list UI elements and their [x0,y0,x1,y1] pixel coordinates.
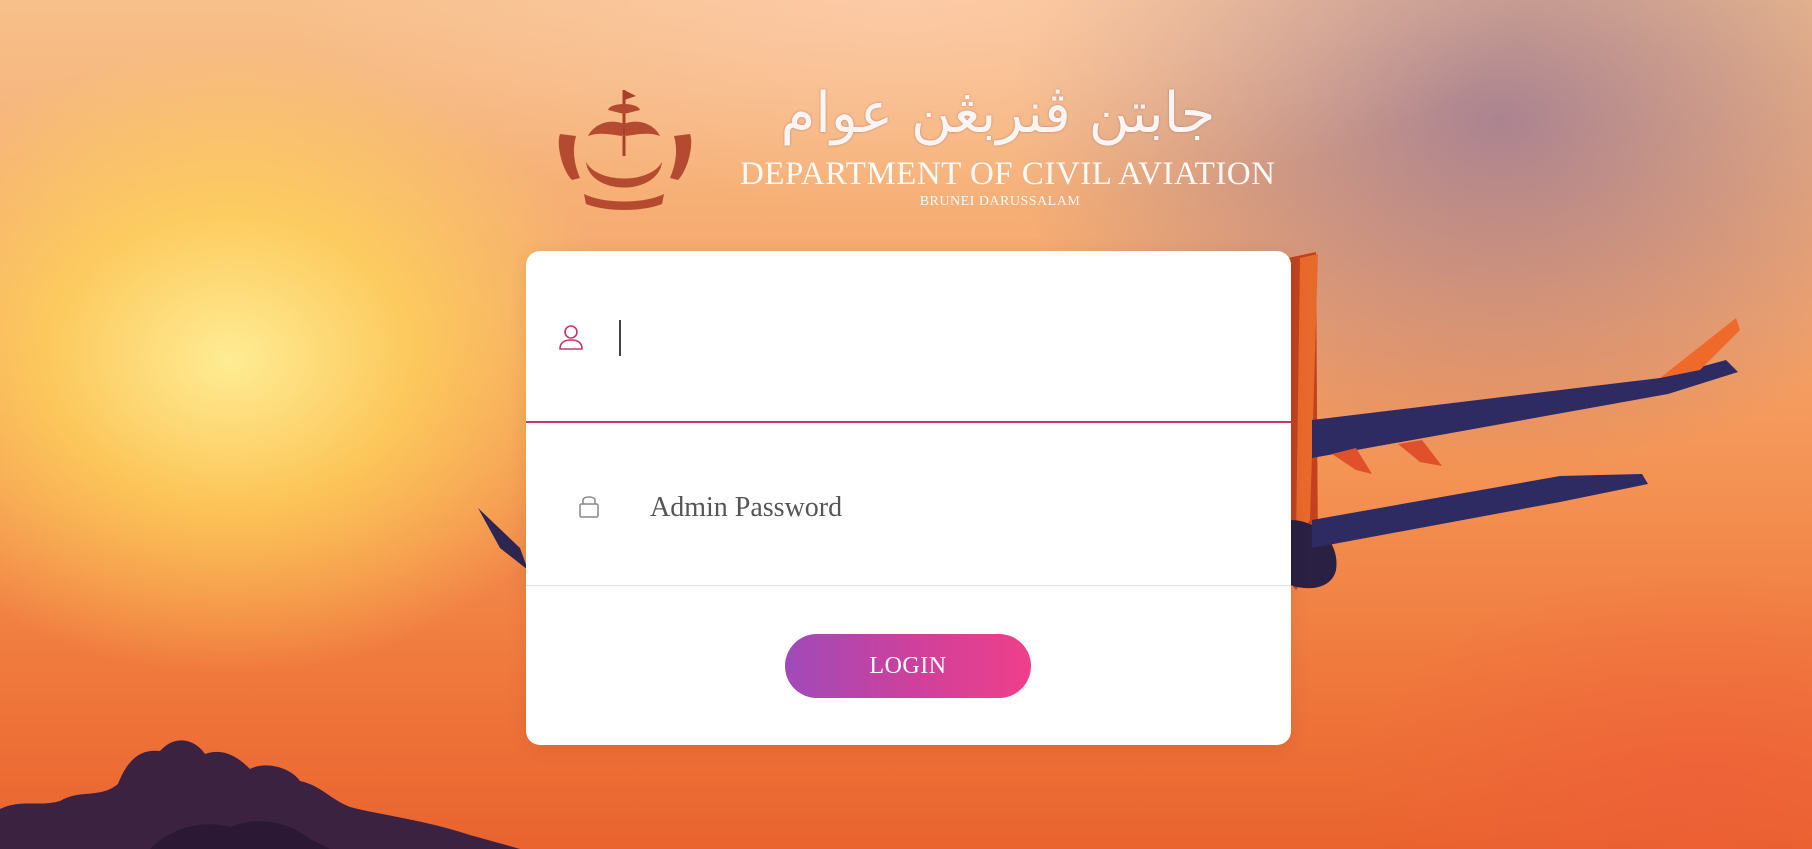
username-input[interactable] [622,309,1262,367]
username-field [526,251,1291,423]
login-card: LOGIN [526,251,1291,745]
user-icon [559,325,583,350]
brunei-crest-logo [558,90,692,210]
login-button[interactable]: LOGIN [785,634,1031,698]
password-field [526,423,1291,586]
department-name: DEPARTMENT OF CIVIL AVIATION [740,156,1276,192]
country-name: BRUNEI DARUSSALAM [919,194,1081,209]
lock-icon [579,496,599,518]
cloud-silhouette [0,740,520,849]
login-page: جابتن ڤنربڠن عوام DEPARTMENT OF CIVIL AV… [0,0,1812,849]
dca-brand-header: جابتن ڤنربڠن عوام DEPARTMENT OF CIVIL AV… [550,78,1276,218]
jawi-title: جابتن ڤنربڠن عوام [780,81,1216,146]
password-input[interactable] [650,479,1290,537]
text-cursor [619,320,621,356]
